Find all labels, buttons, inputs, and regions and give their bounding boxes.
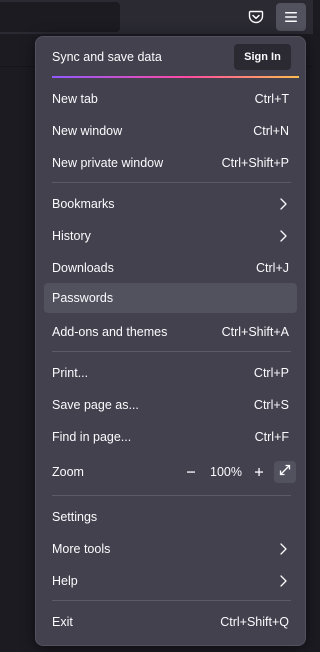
pocket-icon xyxy=(248,9,264,25)
menu-item-shortcut: Ctrl+T xyxy=(254,92,289,106)
menu-item-label: Help xyxy=(52,574,78,588)
menu-separator xyxy=(52,600,291,601)
chevron-right-icon xyxy=(278,574,288,588)
menu-separator xyxy=(52,495,291,496)
menu-item-passwords[interactable]: Passwords xyxy=(44,283,297,313)
fullscreen-icon xyxy=(279,463,291,481)
menu-item-label: Downloads xyxy=(52,261,114,275)
menu-item-new-tab[interactable]: New tab Ctrl+T xyxy=(44,84,297,114)
menu-item-label: New window xyxy=(52,124,123,138)
menu-item-bookmarks[interactable]: Bookmarks xyxy=(44,189,297,219)
menu-item-label: Settings xyxy=(52,510,98,524)
menu-separator xyxy=(52,182,291,183)
zoom-out-button[interactable] xyxy=(181,462,201,482)
chevron-right-icon xyxy=(278,229,288,243)
menu-item-shortcut: Ctrl+N xyxy=(253,124,289,138)
menu-item-shortcut: Ctrl+Shift+A xyxy=(221,325,289,339)
app-menu-panel: Sync and save data Sign In New tab Ctrl+… xyxy=(35,36,306,646)
sync-label: Sync and save data xyxy=(52,50,162,64)
menu-item-label: New private window xyxy=(52,156,164,170)
menu-item-shortcut: Ctrl+P xyxy=(253,366,289,380)
menu-item-shortcut: Ctrl+F xyxy=(254,430,289,444)
menu-item-save-page-as[interactable]: Save page as... Ctrl+S xyxy=(44,390,297,420)
chevron-right-icon xyxy=(278,542,288,556)
menu-item-help[interactable]: Help xyxy=(44,566,297,596)
zoom-in-button[interactable] xyxy=(249,462,269,482)
menu-item-shortcut: Ctrl+Shift+P xyxy=(221,156,289,170)
menu-item-zoom: Zoom 100% xyxy=(44,457,297,487)
menu-item-shortcut: Ctrl+S xyxy=(253,398,289,412)
fullscreen-button[interactable] xyxy=(274,461,296,483)
menu-item-label: Find in page... xyxy=(52,430,132,444)
menu-item-addons-and-themes[interactable]: Add-ons and themes Ctrl+Shift+A xyxy=(44,317,297,347)
menu-item-new-window[interactable]: New window Ctrl+N xyxy=(44,116,297,146)
menu-item-print[interactable]: Print... Ctrl+P xyxy=(44,358,297,388)
zoom-level[interactable]: 100% xyxy=(206,465,246,479)
menu-item-downloads[interactable]: Downloads Ctrl+J xyxy=(44,253,297,283)
menu-item-label: More tools xyxy=(52,542,111,556)
sign-in-button[interactable]: Sign In xyxy=(234,44,291,70)
menu-item-shortcut: Ctrl+Shift+Q xyxy=(220,615,289,629)
browser-toolbar xyxy=(0,0,313,34)
pocket-button[interactable] xyxy=(241,3,271,31)
menu-item-shortcut: Ctrl+J xyxy=(256,261,289,275)
menu-item-label: Zoom xyxy=(52,465,84,479)
menu-item-find-in-page[interactable]: Find in page... Ctrl+F xyxy=(44,422,297,452)
menu-item-label: Add-ons and themes xyxy=(52,325,168,339)
menu-item-new-private-window[interactable]: New private window Ctrl+Shift+P xyxy=(44,148,297,178)
menu-item-history[interactable]: History xyxy=(44,221,297,251)
menu-item-label: Print... xyxy=(52,366,89,380)
app-menu-button[interactable] xyxy=(276,3,306,31)
sync-row: Sync and save data Sign In xyxy=(36,37,305,77)
menu-item-label: Bookmarks xyxy=(52,197,115,211)
menu-separator xyxy=(52,351,291,352)
menu-item-label: Exit xyxy=(52,615,73,629)
menu-item-more-tools[interactable]: More tools xyxy=(44,534,297,564)
hamburger-menu-icon xyxy=(284,11,298,23)
menu-item-label: History xyxy=(52,229,91,243)
chevron-right-icon xyxy=(278,197,288,211)
menu-item-label: Save page as... xyxy=(52,398,139,412)
url-bar[interactable] xyxy=(0,2,120,32)
menu-item-label: Passwords xyxy=(52,291,114,305)
menu-item-exit[interactable]: Exit Ctrl+Shift+Q xyxy=(44,607,297,637)
sync-gradient-divider xyxy=(52,76,299,78)
menu-item-label: New tab xyxy=(52,92,98,106)
menu-item-settings[interactable]: Settings xyxy=(44,502,297,532)
